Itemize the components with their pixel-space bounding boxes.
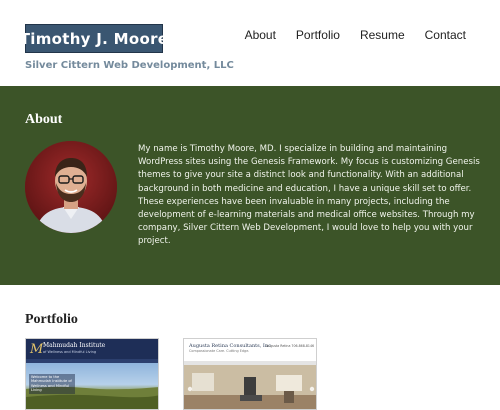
thumbnail-header: Augusta Retina Consultants, Inc Compassi… xyxy=(184,339,316,361)
nav-item-about[interactable]: About xyxy=(245,28,276,42)
nav-item-resume[interactable]: Resume xyxy=(360,28,405,42)
thumbnail-contact-info: Augusta Retina 706-868-8146 xyxy=(266,344,314,348)
nav-item-contact[interactable]: Contact xyxy=(425,28,466,42)
about-body-text: My name is Timothy Moore, MD. I speciali… xyxy=(138,144,480,247)
exam-room-illustration xyxy=(184,365,316,409)
about-heading: About xyxy=(25,112,63,127)
site-header: Timothy J. Moore Silver Cittern Web Deve… xyxy=(0,0,500,86)
site-title[interactable]: Timothy J. Moore xyxy=(20,30,169,48)
portfolio-item-mahmudah[interactable]: M Mahmudah Institute of Wellness and Min… xyxy=(25,338,159,410)
portfolio-section: Portfolio M Mahmudah Institute of Wellne… xyxy=(0,285,500,410)
nav-item-portfolio[interactable]: Portfolio xyxy=(296,28,340,42)
portfolio-item-augusta-retina[interactable]: Augusta Retina Consultants, Inc Compassi… xyxy=(183,338,317,410)
thumbnail-site-tagline: of Wellness and Mindful Living xyxy=(43,350,97,354)
profile-portrait-illustration xyxy=(25,141,117,233)
site-tagline: Silver Cittern Web Development, LLC xyxy=(25,60,234,71)
thumbnail-caption: Welcome to the Mahmudah Institute of Wel… xyxy=(29,374,75,394)
about-section: About My name is Timothy Moore, MD. I sp… xyxy=(0,86,500,285)
thumbnail-site-name: Mahmudah Institute xyxy=(43,342,106,349)
thumbnail-site-tagline: Compassionate Care. Cutting Edge. xyxy=(189,349,250,353)
profile-photo xyxy=(25,141,117,233)
site-logo[interactable]: Timothy J. Moore xyxy=(20,24,168,53)
portfolio-heading: Portfolio xyxy=(25,312,78,327)
main-nav: About Portfolio Resume Contact xyxy=(245,28,466,42)
thumbnail-header: M Mahmudah Institute of Wellness and Min… xyxy=(26,339,158,359)
thumbnail-hero-image xyxy=(184,365,316,409)
mahmudah-logo-icon: M xyxy=(30,342,44,357)
